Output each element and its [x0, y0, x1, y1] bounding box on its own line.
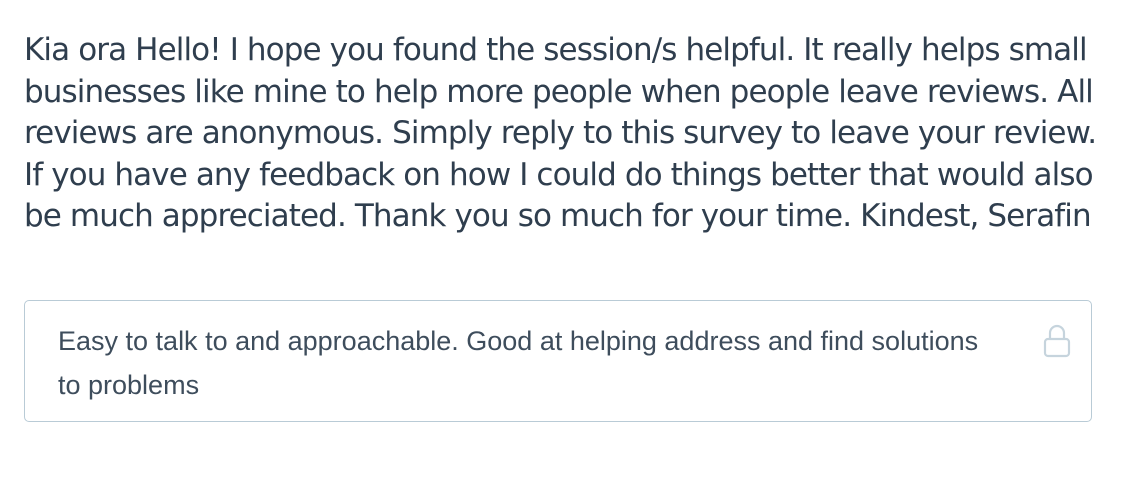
lock-icon: [1043, 323, 1071, 359]
answer-field[interactable]: Easy to talk to and approachable. Good a…: [24, 300, 1092, 422]
survey-question-text: Kia ora Hello! I hope you found the sess…: [24, 32, 1097, 235]
answer-value: Easy to talk to and approachable. Good a…: [58, 326, 979, 400]
